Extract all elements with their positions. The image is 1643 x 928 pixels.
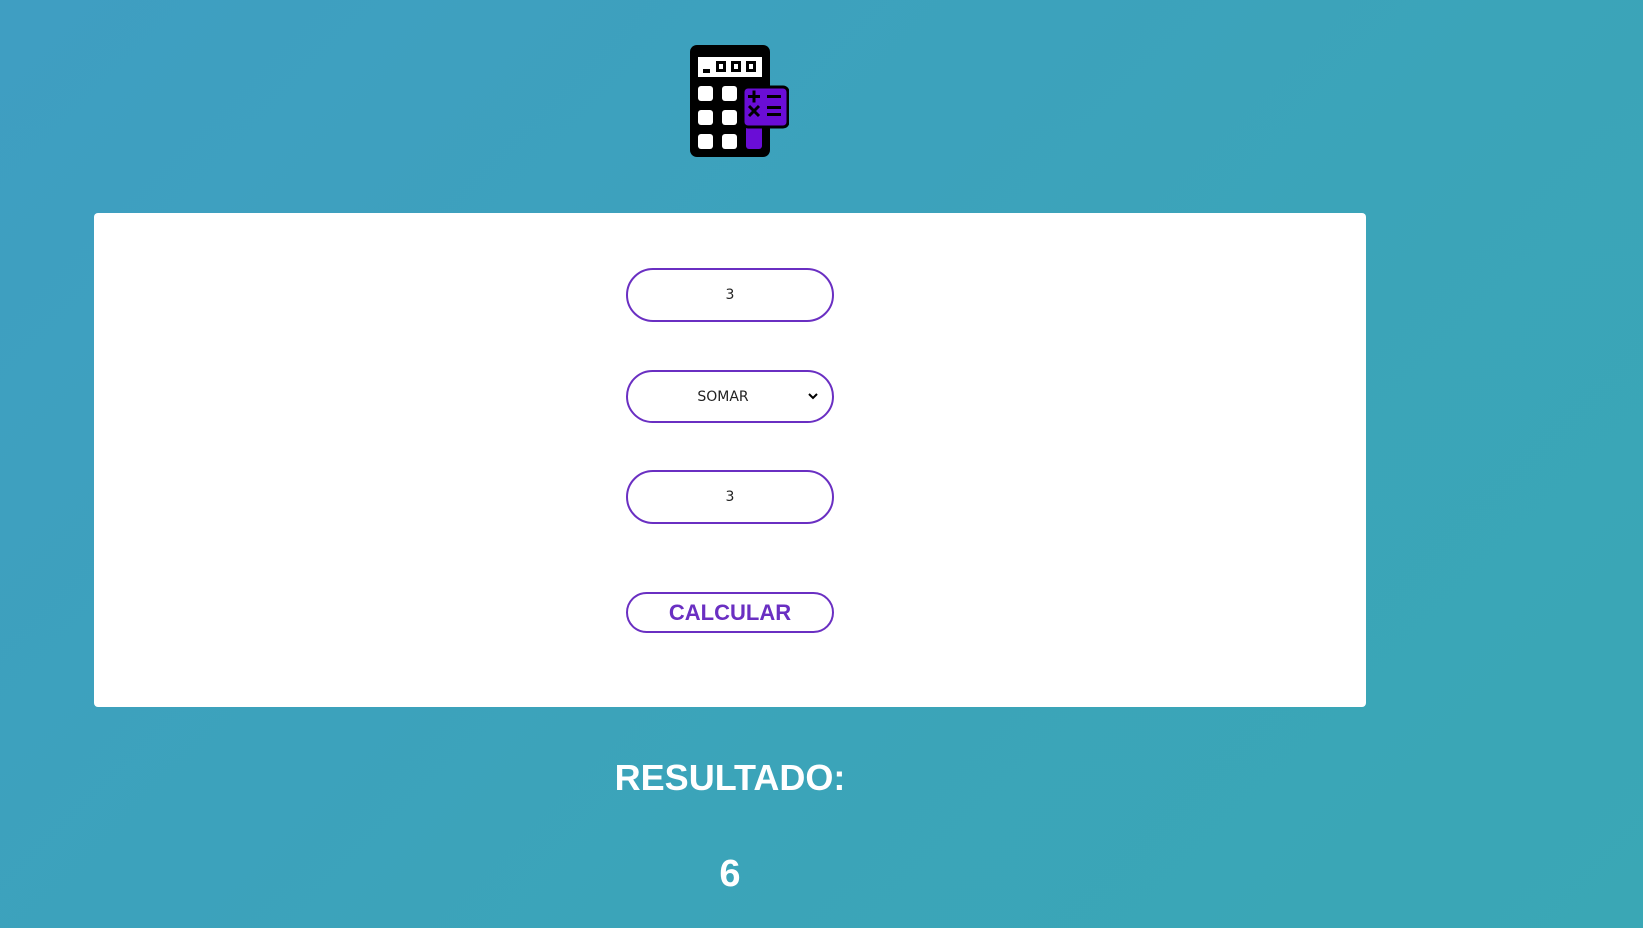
calculate-button[interactable]: CALCULAR bbox=[626, 592, 834, 633]
result-value: 6 bbox=[719, 853, 741, 895]
chevron-down-icon bbox=[808, 393, 818, 400]
first-number-input[interactable] bbox=[626, 268, 834, 322]
calculator-logo-icon bbox=[689, 44, 790, 159]
operation-select[interactable]: SOMAR bbox=[626, 370, 834, 423]
second-number-input[interactable] bbox=[626, 470, 834, 524]
operation-select-value: SOMAR bbox=[697, 388, 749, 405]
result-label: RESULTADO: bbox=[614, 757, 846, 798]
